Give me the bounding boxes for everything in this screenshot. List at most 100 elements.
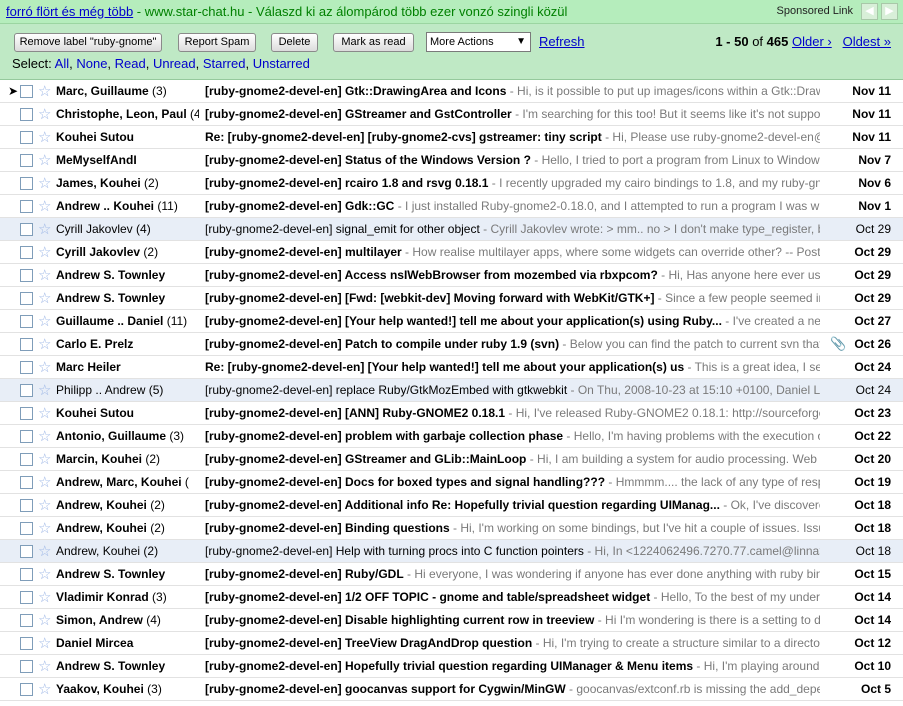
row-checkbox[interactable] [20,223,33,236]
table-row[interactable]: ➤ ☆ Marc, Guillaume (3) [ruby-gnome2-devel-… [0,80,903,103]
table-row[interactable]: ☆ Philipp .. Andrew (5) [ruby-gnome2-devel… [0,379,903,402]
subject: [ruby-gnome2-devel-en] Docs for boxed ty… [205,475,606,489]
row-checkbox[interactable] [20,177,33,190]
refresh-link[interactable]: Refresh [539,34,585,49]
table-row[interactable]: ☆ Marc Heiler Re: [ruby-gnome2-devel-en] … [0,356,903,379]
older-link[interactable]: Older › [792,34,832,49]
star-icon[interactable]: ☆ [38,588,51,606]
star-icon[interactable]: ☆ [38,611,51,629]
table-row[interactable]: ☆ Daniel Mircea [ruby-gnome2-devel-en] Tr… [0,632,903,655]
select-unread-link[interactable]: Unread [153,56,196,71]
table-row[interactable]: ☆ Cyrill Jakovlev (4) [ruby-gnome2-devel-e… [0,218,903,241]
row-checkbox[interactable] [20,315,33,328]
table-row[interactable]: ☆ Vladimir Konrad (3) [ruby-gnome2-devel-e… [0,586,903,609]
star-icon[interactable]: ☆ [38,82,51,100]
row-checkbox[interactable] [20,522,33,535]
star-icon[interactable]: ☆ [38,657,51,675]
row-checkbox[interactable] [20,85,33,98]
star-icon[interactable]: ☆ [38,174,51,192]
table-row[interactable]: ☆ Carlo E. Prelz [ruby-gnome2-devel-en] P… [0,333,903,356]
star-icon[interactable]: ☆ [38,312,51,330]
star-icon[interactable]: ☆ [38,105,51,123]
ad-prev-icon[interactable]: ◀ [861,3,878,20]
row-checkbox[interactable] [20,476,33,489]
subject-snippet: Re: [ruby-gnome2-devel-en] [ruby-gnome2-… [205,130,820,144]
row-checkbox[interactable] [20,338,33,351]
row-checkbox[interactable] [20,637,33,650]
row-checkbox[interactable] [20,361,33,374]
row-checkbox[interactable] [20,154,33,167]
star-icon[interactable]: ☆ [38,565,51,583]
row-checkbox[interactable] [20,499,33,512]
star-icon[interactable]: ☆ [38,450,51,468]
star-icon[interactable]: ☆ [38,266,51,284]
star-icon[interactable]: ☆ [38,427,51,445]
row-checkbox[interactable] [20,660,33,673]
star-icon[interactable]: ☆ [38,243,51,261]
table-row[interactable]: ☆ Andrew .. Kouhei (11) [ruby-gnome2-devel… [0,195,903,218]
star-icon[interactable]: ☆ [38,680,51,698]
star-icon[interactable]: ☆ [38,220,51,238]
table-row[interactable]: ☆ James, Kouhei (2) [ruby-gnome2-devel-en]… [0,172,903,195]
table-row[interactable]: ☆ Andrew, Marc, Kouhei ([ruby-gnome2-deve… [0,471,903,494]
star-icon[interactable]: ☆ [38,128,51,146]
row-checkbox[interactable] [20,200,33,213]
table-row[interactable]: ☆ Guillaume .. Daniel (11) [ruby-gnome2-de… [0,310,903,333]
table-row[interactable]: ☆ MeMyselfAndI [ruby-gnome2-devel-en] Sta… [0,149,903,172]
delete-button[interactable]: Delete [271,33,318,52]
select-unstarred-link[interactable]: Unstarred [253,56,310,71]
table-row[interactable]: ☆ Cyrill Jakovlev (2) [ruby-gnome2-devel-e… [0,241,903,264]
row-checkbox[interactable] [20,131,33,144]
row-checkbox[interactable] [20,407,33,420]
more-actions-select[interactable]: More Actions ▼ [426,32,531,52]
row-checkbox[interactable] [20,614,33,627]
row-checkbox[interactable] [20,545,33,558]
table-row[interactable]: ☆ Andrew, Kouhei (2) [ruby-gnome2-devel-en… [0,540,903,563]
row-checkbox[interactable] [20,246,33,259]
table-row[interactable]: ☆ Andrew S. Townley [ruby-gnome2-devel-en… [0,264,903,287]
table-row[interactable]: ☆ Andrew S. Townley [ruby-gnome2-devel-en… [0,287,903,310]
table-row[interactable]: ☆ Andrew S. Townley [ruby-gnome2-devel-en… [0,655,903,678]
star-icon[interactable]: ☆ [38,404,51,422]
star-icon[interactable]: ☆ [38,151,51,169]
star-icon[interactable]: ☆ [38,289,51,307]
select-all-link[interactable]: All [55,56,69,71]
star-icon[interactable]: ☆ [38,542,51,560]
table-row[interactable]: ☆ Antonio, Guillaume (3) [ruby-gnome2-deve… [0,425,903,448]
table-row[interactable]: ☆ Simon, Andrew (4) [ruby-gnome2-devel-en]… [0,609,903,632]
star-icon[interactable]: ☆ [38,496,51,514]
star-icon[interactable]: ☆ [38,358,51,376]
select-none-link[interactable]: None [76,56,107,71]
table-row[interactable]: ☆ Christophe, Leon, Paul (4 [ruby-gnome2-d… [0,103,903,126]
row-checkbox[interactable] [20,568,33,581]
row-checkbox[interactable] [20,269,33,282]
select-starred-link[interactable]: Starred [203,56,246,71]
star-icon[interactable]: ☆ [38,473,51,491]
table-row[interactable]: ☆ Andrew, Kouhei (2) [ruby-gnome2-devel-en… [0,517,903,540]
row-checkbox[interactable] [20,384,33,397]
oldest-link[interactable]: Oldest » [843,34,891,49]
table-row[interactable]: ☆ Marcin, Kouhei (2) [ruby-gnome2-devel-en… [0,448,903,471]
star-icon[interactable]: ☆ [38,519,51,537]
row-checkbox[interactable] [20,108,33,121]
star-icon[interactable]: ☆ [38,335,51,353]
table-row[interactable]: ☆ Andrew, Kouhei (2) [ruby-gnome2-devel-en… [0,494,903,517]
remove-label-button[interactable]: Remove label "ruby-gnome" [14,33,162,52]
report-spam-button[interactable]: Report Spam [178,33,256,52]
row-checkbox[interactable] [20,683,33,696]
ad-next-icon[interactable]: ▶ [881,3,898,20]
ad-link[interactable]: forró flört és még több [6,4,133,19]
star-icon[interactable]: ☆ [38,381,51,399]
mark-as-read-button[interactable]: Mark as read [333,33,414,52]
table-row[interactable]: ☆ Kouhei Sutou Re: [ruby-gnome2-devel-en]… [0,126,903,149]
select-read-link[interactable]: Read [115,56,146,71]
row-checkbox[interactable] [20,591,33,604]
row-checkbox[interactable] [20,430,33,443]
row-checkbox[interactable] [20,453,33,466]
table-row[interactable]: ☆ Yaakov, Kouhei (3) [ruby-gnome2-devel-en… [0,678,903,701]
table-row[interactable]: ☆ Kouhei Sutou [ruby-gnome2-devel-en] [AN… [0,402,903,425]
table-row[interactable]: ☆ Andrew S. Townley [ruby-gnome2-devel-en… [0,563,903,586]
row-checkbox[interactable] [20,292,33,305]
star-icon[interactable]: ☆ [38,634,51,652]
star-icon[interactable]: ☆ [38,197,51,215]
